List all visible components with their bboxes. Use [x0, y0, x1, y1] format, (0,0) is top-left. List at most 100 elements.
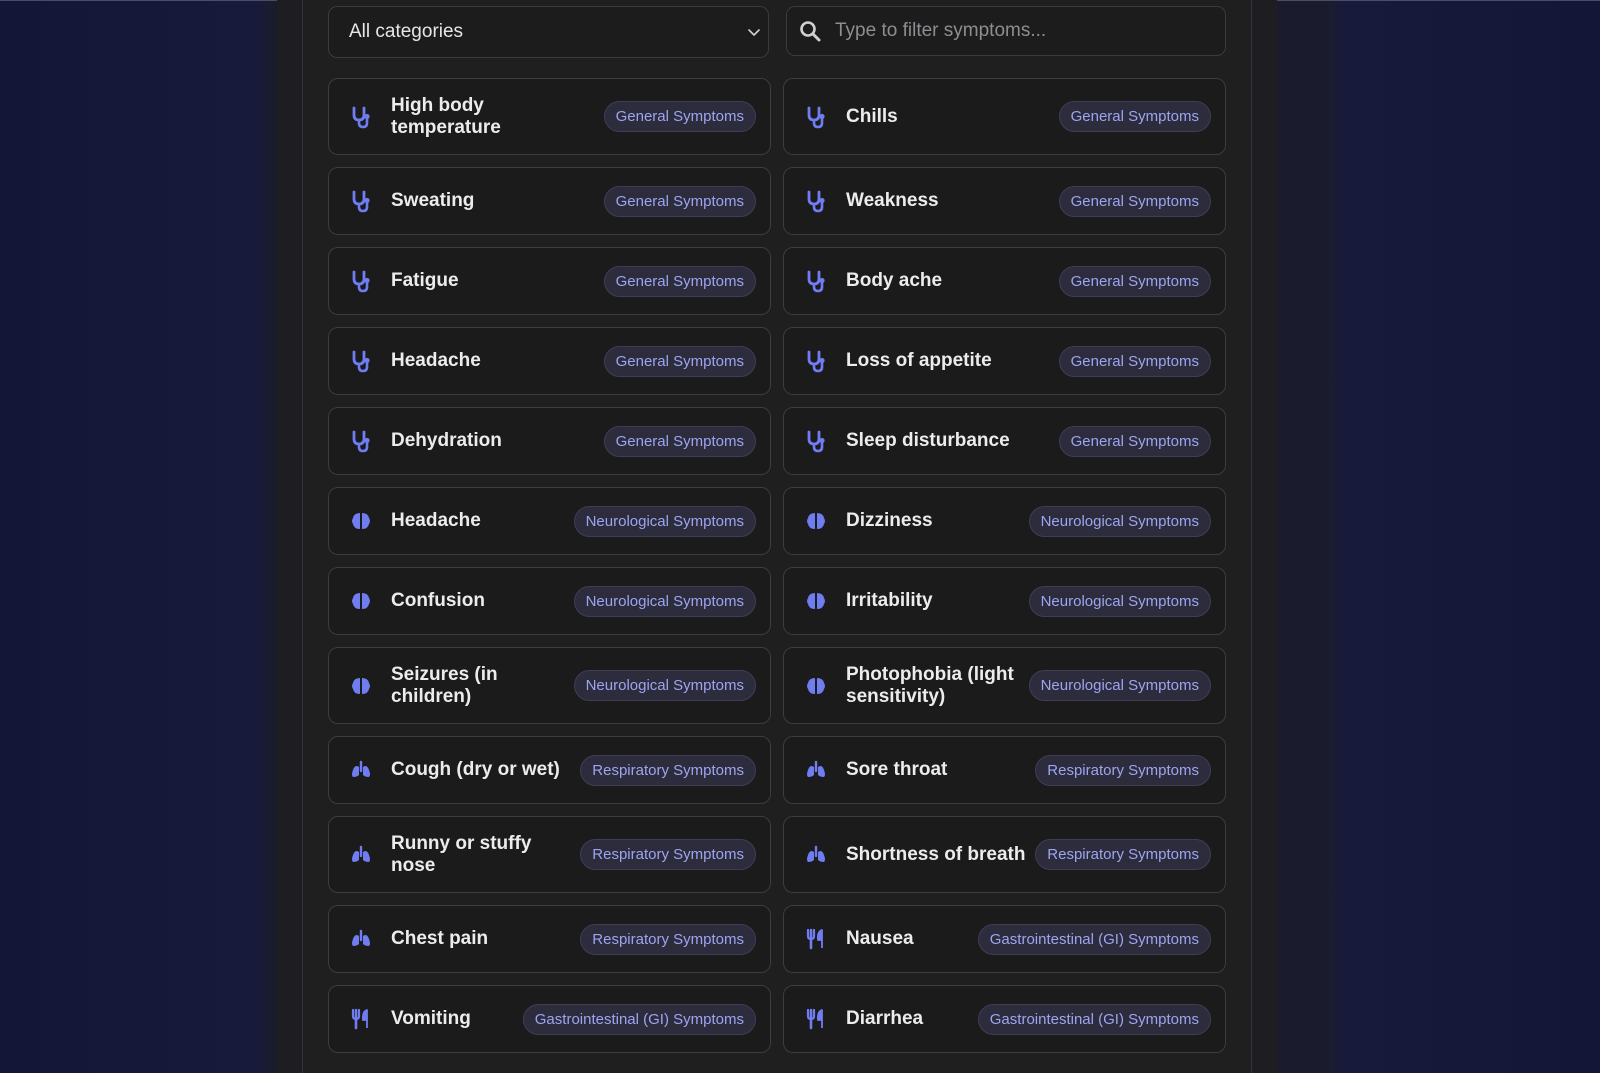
category-badge: Respiratory Symptoms — [1035, 839, 1211, 870]
symptom-card-nausea[interactable]: Nausea Gastrointestinal (GI) Symptoms — [783, 905, 1226, 973]
lungs-icon — [804, 843, 828, 867]
stethoscope-icon — [804, 269, 828, 293]
symptom-name: Shortness of breath — [846, 843, 1026, 865]
category-badge: General Symptoms — [603, 185, 756, 217]
category-badge: General Symptoms — [603, 265, 756, 297]
stethoscope-icon — [349, 105, 373, 129]
symptom-name: Dehydration — [391, 430, 502, 451]
utensils-icon — [349, 1007, 373, 1031]
symptom-name: Sore throat — [846, 759, 948, 780]
brain-icon — [804, 509, 828, 533]
stethoscope-icon — [804, 105, 828, 129]
symptom-card-headache[interactable]: Headache General Symptoms — [328, 327, 771, 395]
category-badge: Neurological Symptoms — [573, 585, 756, 617]
symptom-card-sleep-disturbance[interactable]: Sleep disturbance General Symptoms — [783, 407, 1226, 475]
symptom-name: Irritability — [846, 590, 933, 611]
symptom-card-body-ache[interactable]: Body ache General Symptoms — [783, 247, 1226, 315]
symptom-card-cough-dry-or-wet[interactable]: Cough (dry or wet) Respiratory Symptoms — [328, 736, 771, 804]
symptom-card-photophobia-light-sensitivity[interactable]: Photophobia (light sensitivity) Neurologi… — [783, 647, 1226, 724]
category-badge: General Symptoms — [1058, 185, 1211, 217]
category-badge: Respiratory Symptoms — [580, 839, 756, 870]
category-select-value: All categories — [349, 21, 464, 42]
brain-icon — [804, 589, 828, 613]
category-badge: General Symptoms — [603, 425, 756, 457]
category-badge: Neurological Symptoms — [1028, 585, 1211, 617]
category-badge: Gastrointestinal (GI) Symptoms — [522, 1003, 756, 1035]
symptom-card-dehydration[interactable]: Dehydration General Symptoms — [328, 407, 771, 475]
symptom-name: Headache — [391, 510, 481, 531]
brain-icon — [349, 509, 373, 533]
category-badge: Neurological Symptoms — [1028, 670, 1211, 701]
brain-icon — [804, 674, 828, 698]
symptom-name: Loss of appetite — [846, 350, 992, 371]
symptom-name: Sweating — [391, 190, 475, 211]
lungs-icon — [349, 927, 373, 951]
stethoscope-icon — [804, 429, 828, 453]
stethoscope-icon — [804, 189, 828, 213]
stethoscope-icon — [349, 349, 373, 373]
category-badge: General Symptoms — [1058, 101, 1211, 132]
symptom-name: Chest pain — [391, 928, 489, 949]
symptom-card-shortness-of-breath[interactable]: Shortness of breath Respiratory Symptoms — [783, 816, 1226, 893]
symptom-card-diarrhea[interactable]: Diarrhea Gastrointestinal (GI) Symptoms — [783, 985, 1226, 1053]
category-badge: Respiratory Symptoms — [580, 754, 756, 786]
category-badge: Neurological Symptoms — [573, 505, 756, 537]
symptom-card-dizziness[interactable]: Dizziness Neurological Symptoms — [783, 487, 1226, 555]
category-badge: Respiratory Symptoms — [1035, 754, 1211, 786]
category-badge: General Symptoms — [603, 345, 756, 377]
symptom-card-chills[interactable]: Chills General Symptoms — [783, 78, 1226, 155]
brain-icon — [349, 589, 373, 613]
symptom-card-irritability[interactable]: Irritability Neurological Symptoms — [783, 567, 1226, 635]
symptom-name: Runny or stuffy nose — [391, 832, 532, 876]
utensils-icon — [804, 927, 828, 951]
symptom-card-sore-throat[interactable]: Sore throat Respiratory Symptoms — [783, 736, 1226, 804]
symptom-card-seizures-in-children[interactable]: Seizures (in children) Neurological Sympt… — [328, 647, 771, 724]
stethoscope-icon — [804, 349, 828, 373]
utensils-icon — [804, 1007, 828, 1031]
symptom-card-weakness[interactable]: Weakness General Symptoms — [783, 167, 1226, 235]
stethoscope-icon — [349, 269, 373, 293]
chevron-down-icon — [748, 29, 760, 36]
category-badge: Neurological Symptoms — [573, 670, 756, 701]
symptom-card-fatigue[interactable]: Fatigue General Symptoms — [328, 247, 771, 315]
category-badge: General Symptoms — [603, 101, 756, 132]
symptom-card-runny-or-stuffy-nose[interactable]: Runny or stuffy nose Respiratory Symptoms — [328, 816, 771, 893]
page: All categories High body temperature Gene… — [0, 0, 1600, 1073]
symptom-name: Weakness — [846, 190, 939, 211]
symptom-name: Chills — [846, 105, 898, 127]
symptom-card-high-body-temperature[interactable]: High body temperature General Symptoms — [328, 78, 771, 155]
category-badge: Gastrointestinal (GI) Symptoms — [977, 1003, 1211, 1035]
symptom-name: Cough (dry or wet) — [391, 759, 560, 780]
category-badge: General Symptoms — [1058, 345, 1211, 377]
symptom-card-headache[interactable]: Headache Neurological Symptoms — [328, 487, 771, 555]
symptom-name: Headache — [391, 350, 481, 371]
lungs-icon — [349, 843, 373, 867]
category-badge: Neurological Symptoms — [1028, 505, 1211, 537]
category-badge: General Symptoms — [1058, 265, 1211, 297]
category-badge: Gastrointestinal (GI) Symptoms — [977, 923, 1211, 955]
symptom-card-loss-of-appetite[interactable]: Loss of appetite General Symptoms — [783, 327, 1226, 395]
category-badge: Respiratory Symptoms — [580, 923, 756, 955]
symptom-name: High body temperature — [391, 94, 501, 138]
symptom-name: Confusion — [391, 590, 485, 611]
symptom-name: Dizziness — [846, 510, 933, 531]
stethoscope-icon — [349, 429, 373, 453]
category-select[interactable]: All categories — [328, 6, 769, 58]
search-input[interactable] — [833, 19, 1225, 43]
search-icon — [800, 21, 821, 42]
symptom-name: Sleep disturbance — [846, 430, 1010, 451]
symptom-name: Vomiting — [391, 1008, 471, 1029]
symptom-card-vomiting[interactable]: Vomiting Gastrointestinal (GI) Symptoms — [328, 985, 771, 1053]
symptom-name: Nausea — [846, 928, 914, 949]
symptom-card-chest-pain[interactable]: Chest pain Respiratory Symptoms — [328, 905, 771, 973]
symptom-card-confusion[interactable]: Confusion Neurological Symptoms — [328, 567, 771, 635]
symptom-name: Seizures (in children) — [391, 663, 498, 707]
symptom-name: Photophobia (light sensitivity) — [846, 663, 1014, 707]
symptom-grid: High body temperature General Symptoms Chi… — [328, 78, 1226, 1053]
symptom-card-sweating[interactable]: Sweating General Symptoms — [328, 167, 771, 235]
brain-icon — [349, 674, 373, 698]
category-badge: General Symptoms — [1058, 425, 1211, 457]
stethoscope-icon — [349, 189, 373, 213]
symptom-search[interactable] — [786, 6, 1226, 56]
filter-controls: All categories — [328, 6, 1226, 58]
